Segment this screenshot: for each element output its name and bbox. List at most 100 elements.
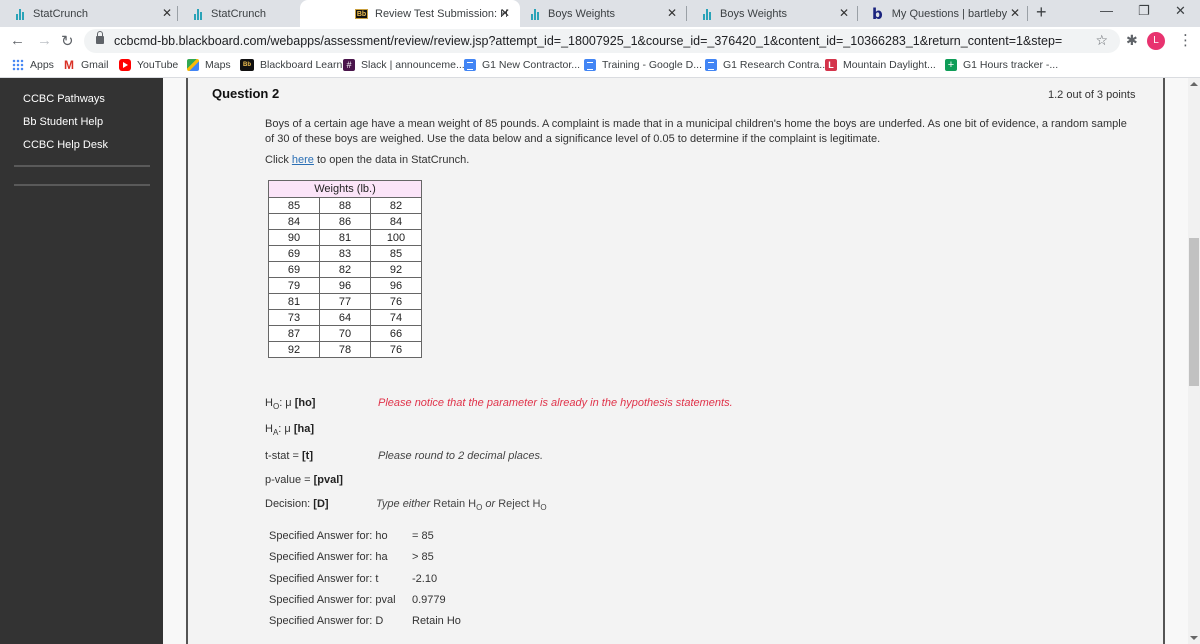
scroll-thumb[interactable] — [1189, 238, 1199, 386]
tab-bartleby[interactable]: b My Questions | bartleby ✕ — [858, 0, 1028, 27]
bookmark-g1-hours[interactable]: + G1 Hours tracker -... — [945, 59, 1058, 71]
bookmark-gmail[interactable]: M Gmail — [63, 59, 108, 71]
table-cell: 79 — [268, 277, 320, 294]
h0-label: H — [265, 397, 273, 409]
decision-note-text: Type either — [376, 498, 434, 510]
link-prefix: Click — [265, 154, 292, 166]
table-cell: 88 — [319, 197, 371, 214]
sidebar-divider — [14, 165, 150, 167]
close-tab-icon[interactable]: ✕ — [162, 6, 172, 20]
bookmark-star-icon[interactable]: ☆ — [1095, 32, 1108, 49]
table-row: 73 64 74 — [268, 309, 422, 326]
question-points: 1.2 out of 3 points — [1048, 89, 1136, 101]
scroll-up-arrow-icon[interactable] — [1190, 82, 1198, 86]
table-cell: 84 — [370, 213, 422, 230]
statcrunch-link-line: Click here to open the data in StatCrunc… — [265, 154, 469, 166]
tab-boys-weights-1[interactable]: Boys Weights ✕ — [515, 0, 685, 27]
close-tab-icon[interactable]: ✕ — [667, 6, 677, 20]
close-tab-icon[interactable]: ✕ — [1010, 6, 1020, 20]
table-cell: 85 — [268, 197, 320, 214]
sidebar-item-bb-student-help[interactable]: Bb Student Help — [23, 116, 103, 128]
reload-button[interactable]: ↻ — [61, 32, 74, 50]
table-cell: 85 — [370, 245, 422, 262]
table-cell: 86 — [319, 213, 371, 230]
tab-review-test-submission[interactable]: Bb Review Test Submission: Hon ✕ — [300, 0, 520, 27]
scroll-down-arrow-icon[interactable] — [1190, 636, 1198, 640]
bookmark-maps[interactable]: Maps — [187, 59, 231, 71]
sidebar-item-ccbc-pathways[interactable]: CCBC Pathways — [23, 93, 105, 105]
pval-blank: [pval] — [313, 474, 343, 486]
restore-button[interactable]: ❐ — [1138, 3, 1150, 19]
table-row: 81 77 76 — [268, 293, 422, 310]
bookmark-apps[interactable]: Apps — [12, 59, 54, 71]
table-cell: 64 — [319, 309, 371, 326]
sidebar-item-ccbc-help-desk[interactable]: CCBC Help Desk — [23, 139, 108, 151]
bookmark-label: YouTube — [137, 59, 179, 71]
decision-row: Decision: [D] — [265, 498, 329, 510]
bookmark-label: Mountain Daylight... — [843, 59, 936, 71]
back-button[interactable]: ← — [10, 32, 25, 49]
blackboard-icon: Bb — [240, 59, 254, 71]
close-tab-icon[interactable]: ✕ — [500, 6, 510, 20]
ha-blank: [ha] — [293, 423, 314, 435]
minimize-button[interactable]: — — [1100, 3, 1113, 18]
bookmark-youtube[interactable]: YouTube — [119, 59, 178, 71]
table-cell: 82 — [319, 261, 371, 278]
google-sheets-icon: + — [945, 59, 957, 71]
weights-table: Weights (lb.) 85 88 82 84 86 84 90 81 100 69 83 85 6… — [268, 180, 422, 358]
open-data-link[interactable]: here — [292, 154, 314, 166]
table-cell: 70 — [319, 325, 371, 342]
table-cell: 82 — [370, 197, 422, 214]
table-row: 69 82 92 — [268, 261, 422, 278]
extensions-icon[interactable]: ✱ — [1126, 32, 1138, 49]
google-docs-icon — [584, 59, 596, 71]
browser-menu-icon[interactable]: ⋮ — [1178, 31, 1193, 49]
tab-title: Review Test Submission: Hon — [375, 7, 507, 20]
bookmark-g1-research[interactable]: G1 Research Contra... — [705, 59, 828, 71]
page-scrollbar[interactable] — [1188, 78, 1200, 644]
h0-blank: [ho] — [294, 397, 316, 409]
table-row: 90 81 100 — [268, 229, 422, 246]
table-cell: 76 — [370, 293, 422, 310]
tab-statcrunch-1[interactable]: StatCrunch ✕ — [0, 0, 180, 27]
h0-statement: HO: μ [ho] — [265, 397, 315, 411]
table-cell: 96 — [370, 277, 422, 294]
table-cell: 69 — [268, 245, 320, 262]
bookmark-label: Maps — [205, 59, 231, 71]
profile-avatar[interactable]: L — [1147, 32, 1165, 50]
specified-answer-value: = 85 — [412, 530, 434, 542]
tab-boys-weights-2[interactable]: Boys Weights ✕ — [687, 0, 857, 27]
new-tab-button[interactable]: + — [1036, 2, 1047, 23]
decision-note: Type either Retain HO or Reject HO — [376, 498, 547, 512]
specified-answer-label: Specified Answer for: D — [269, 615, 384, 628]
bookmark-g1-new-contractor[interactable]: G1 New Contractor... — [464, 59, 580, 71]
bookmark-slack[interactable]: # Slack | announceme... — [343, 59, 465, 71]
table-cell: 92 — [268, 341, 320, 358]
rounding-note: Please round to 2 decimal places. — [378, 450, 544, 462]
table-cell: 90 — [268, 229, 320, 246]
sidebar: CCBC Pathways Bb Student Help CCBC Help … — [0, 78, 163, 644]
ha-statement: HA: μ [ha] — [265, 423, 314, 437]
forward-button[interactable]: → — [37, 32, 52, 49]
tab-title: StatCrunch — [33, 7, 89, 20]
tab-separator — [1027, 6, 1028, 21]
question-title: Question 2 — [212, 86, 280, 101]
bookmark-mountain-daylight[interactable]: L Mountain Daylight... — [825, 59, 936, 71]
bookmark-training[interactable]: Training - Google D... — [584, 59, 702, 71]
close-tab-icon[interactable]: ✕ — [839, 6, 849, 20]
bartleby-icon: b — [872, 4, 883, 23]
p-value-row: p-value = [pval] — [265, 474, 343, 486]
table-cell: 76 — [370, 341, 422, 358]
bookmark-label: Slack | announceme... — [361, 59, 465, 71]
bookmark-blackboard[interactable]: Bb Blackboard Learn — [240, 59, 342, 71]
t-stat-label: t-stat = — [265, 450, 302, 462]
table-cell: 73 — [268, 309, 320, 326]
decision-option-reject: Reject H — [498, 498, 541, 510]
table-row: 87 70 66 — [268, 325, 422, 342]
ha-label: H — [265, 423, 273, 435]
maps-icon — [187, 59, 199, 71]
url-input[interactable]: ccbcmd-bb.blackboard.com/webapps/assessm… — [84, 29, 1120, 53]
parameter-note: Please notice that the parameter is alre… — [378, 397, 733, 409]
bookmark-label: Training - Google D... — [602, 59, 702, 71]
close-window-button[interactable]: ✕ — [1175, 3, 1186, 19]
